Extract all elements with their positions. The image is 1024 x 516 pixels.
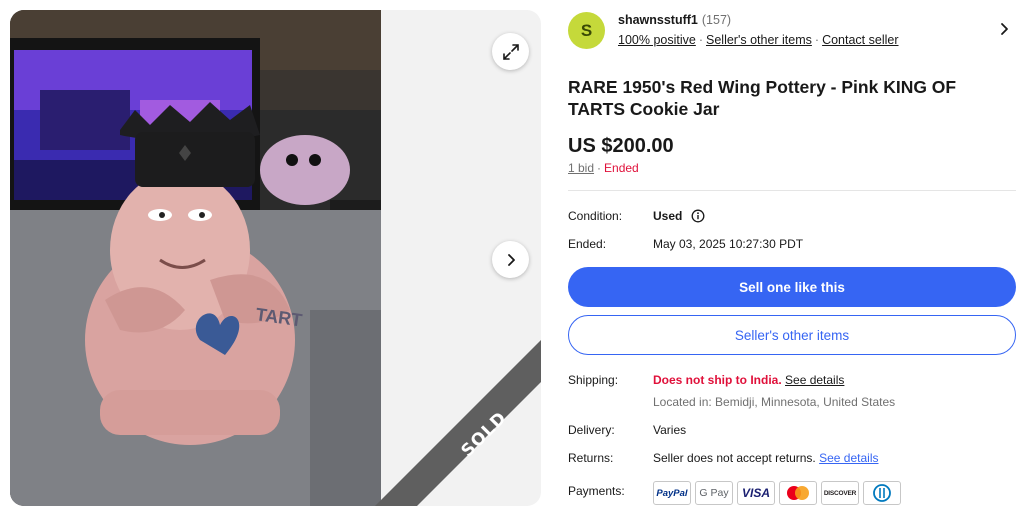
contact-seller-link[interactable]: Contact seller (822, 33, 898, 47)
mastercard-icon (779, 481, 817, 505)
seller-username[interactable]: shawnsstuff1 (618, 13, 698, 27)
ended-value: May 03, 2025 10:27:30 PDT (653, 237, 804, 251)
sold-label: SOLD (458, 408, 511, 461)
chevron-right-icon[interactable] (998, 22, 1010, 36)
positive-feedback-link[interactable]: 100% positive (618, 33, 696, 47)
seller-feedback-count: (157) (701, 13, 732, 27)
returns-see-details-link[interactable]: See details (819, 451, 878, 465)
shipping-label: Shipping: (568, 373, 619, 387)
item-location: Located in: Bemidji, Minnesota, United S… (653, 395, 896, 409)
returns-value: Seller does not accept returns. See deta… (653, 451, 878, 465)
seller-card[interactable]: S shawnsstuff1 (157) 100% positive · Seller… (568, 10, 1016, 50)
returns-label: Returns: (568, 451, 614, 465)
next-image-button[interactable] (492, 241, 529, 278)
delivery-label: Delivery: (568, 423, 615, 437)
delivery-value: Varies (653, 423, 687, 437)
bid-count-link[interactable]: 1 bid (568, 161, 594, 175)
expand-icon (502, 43, 519, 60)
shipping-see-details-link[interactable]: See details (785, 373, 844, 387)
discover-icon: DISCOVER (821, 481, 859, 505)
shipping-warning: Does not ship to India. (653, 373, 782, 387)
item-title: RARE 1950's Red Wing Pottery - Pink KING… (568, 77, 957, 119)
chevron-right-icon (507, 253, 515, 266)
sell-one-like-this-button[interactable]: Sell one like this (568, 267, 1016, 307)
google-pay-icon: G Pay (695, 481, 733, 505)
bid-status: 1 bid · Ended (568, 161, 639, 175)
shipping-value: Does not ship to India. See details (653, 373, 844, 387)
item-price: US $200.00 (568, 135, 674, 157)
separator-dot: · (698, 33, 703, 47)
seller-links: 100% positive · Seller's other items · Conta… (618, 33, 899, 47)
condition-label: Condition: (568, 209, 623, 223)
separator-dot: · (597, 161, 602, 175)
seller-other-items-link[interactable]: Seller's other items (706, 33, 812, 47)
returns-policy: Seller does not accept returns. (653, 451, 816, 465)
item-photo[interactable]: TART (10, 10, 381, 506)
payments-label: Payments: (568, 484, 625, 498)
visa-icon: VISA (737, 481, 775, 505)
avatar[interactable]: S (568, 12, 605, 49)
divider (568, 190, 1016, 191)
seller-name[interactable]: shawnsstuff1 (157) (618, 13, 731, 27)
payment-methods: PayPal G Pay VISA DISCOVER (653, 481, 901, 505)
paypal-icon: PayPal (653, 481, 691, 505)
ended-label: Ended: (568, 237, 607, 251)
sellers-other-items-button[interactable]: Seller's other items (568, 315, 1016, 355)
item-info-panel: S shawnsstuff1 (157) 100% positive · Seller… (568, 0, 1016, 516)
image-gallery: TART SOLD (10, 10, 541, 506)
info-icon[interactable] (691, 209, 705, 223)
auction-status: Ended (604, 161, 639, 175)
condition-value-wrap: Used (653, 209, 705, 223)
condition-value: Used (653, 209, 683, 223)
separator-dot: · (814, 33, 820, 47)
expand-image-button[interactable] (492, 33, 529, 70)
diners-club-icon (863, 481, 901, 505)
